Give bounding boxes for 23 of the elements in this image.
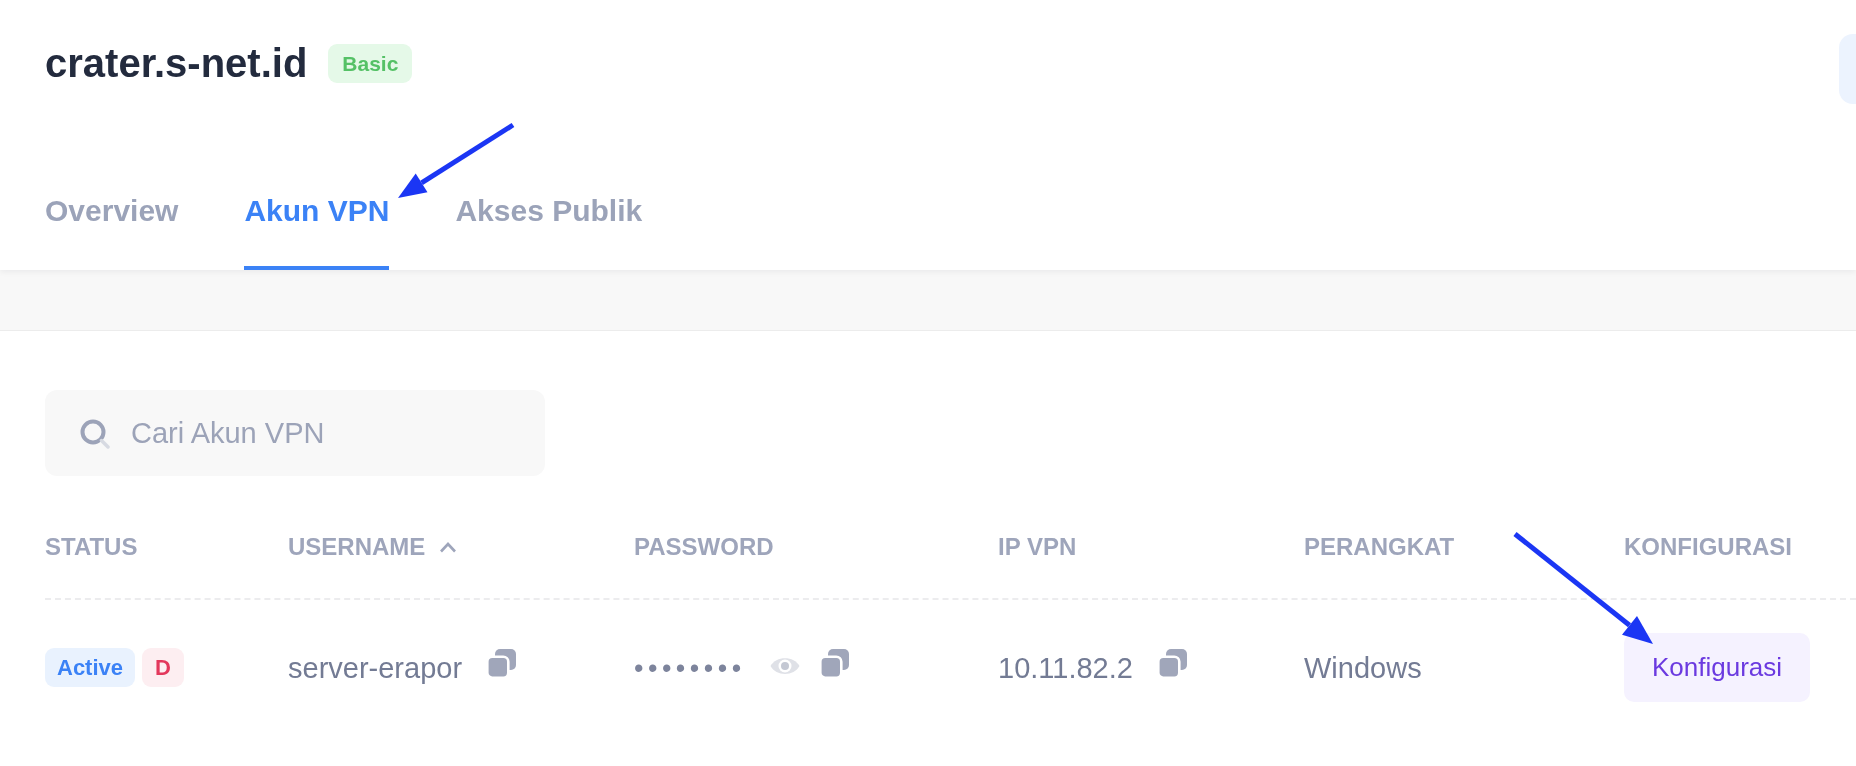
ip-address: 10.11.82.2: [998, 650, 1133, 685]
username: server-erapor: [288, 650, 463, 685]
tab[interactable]: Overview: [45, 193, 179, 270]
password-mask: ••••••••: [634, 651, 746, 685]
search-field[interactable]: Cari Akun VPN: [45, 390, 545, 476]
tab[interactable]: Akses Publik: [455, 193, 643, 270]
config-button[interactable]: Konfigurasi: [1624, 633, 1811, 702]
copy-icon[interactable]: [486, 648, 517, 679]
column-header: STATUS: [45, 533, 138, 561]
column-header: KONFIGURASI: [1624, 533, 1792, 561]
site-title: crater.s-net.id: [45, 44, 308, 83]
device-name: Windows: [1304, 650, 1422, 685]
chevron-up-icon[interactable]: [439, 541, 458, 553]
column-header: IP VPN: [998, 533, 1077, 561]
plan-badge: Basic: [328, 44, 413, 83]
flag-badge: D: [142, 648, 185, 687]
column-header: USERNAME: [288, 533, 426, 561]
column-header: PERANGKAT: [1304, 533, 1455, 561]
status-badge: Active: [45, 648, 136, 687]
copy-icon[interactable]: [818, 648, 849, 679]
search-icon: [80, 419, 111, 449]
column-header: PASSWORD: [634, 533, 774, 561]
copy-icon[interactable]: [1156, 648, 1187, 679]
